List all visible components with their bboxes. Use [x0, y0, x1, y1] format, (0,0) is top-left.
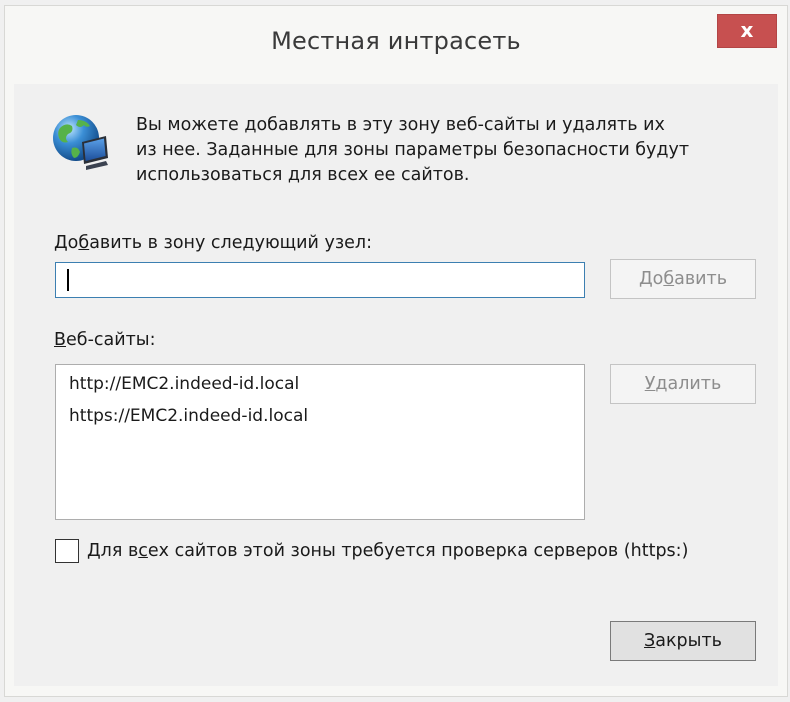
button-part: До — [638, 269, 664, 289]
dialog-title: Местная интрасеть — [271, 27, 521, 55]
intro-line: Вы можете добавлять в эту зону веб-сайты… — [136, 115, 665, 135]
label-part: ех сайтов этой зоны требуется проверка с… — [147, 541, 689, 561]
intro-text: Вы можете добавлять в эту зону веб-сайты… — [136, 113, 776, 188]
label-part: Для в — [87, 541, 139, 561]
globe-computer-icon — [53, 115, 108, 170]
label-part: еб-сайты: — [66, 330, 156, 350]
label-part: До — [54, 233, 79, 253]
remove-button[interactable]: Удалить — [610, 364, 756, 404]
intro-line: использоваться для всех ее сайтов. — [136, 165, 470, 185]
websites-list[interactable]: http://EMC2.indeed-id.local https://EMC2… — [55, 364, 585, 520]
close-dialog-button[interactable]: Закрыть — [610, 621, 756, 661]
dialog-window: Местная интрасеть x Вы можете добавлять … — [0, 0, 790, 702]
accelerator-key: З — [644, 631, 656, 651]
websites-label: Веб-сайты: — [54, 330, 156, 350]
button-part: далить — [655, 374, 722, 394]
button-part: акрыть — [655, 631, 722, 651]
button-part: авить — [674, 269, 728, 289]
close-window-button[interactable]: x — [717, 14, 777, 48]
accelerator-key: У — [644, 374, 656, 394]
add-button[interactable]: Добавить — [610, 259, 756, 299]
intro-line: из нее. Заданные для зоны параметры безо… — [136, 140, 690, 160]
accelerator-key: б — [78, 233, 90, 253]
label-part: авить в зону следующий узел: — [89, 233, 372, 253]
accelerator-key: В — [54, 330, 67, 350]
https-verification-option[interactable]: Для всех сайтов этой зоны требуется пров… — [55, 539, 775, 565]
add-host-label: Добавить в зону следующий узел: — [54, 233, 372, 253]
text-caret — [67, 269, 69, 291]
window-bottom-border — [5, 686, 787, 696]
dialog-content: Вы можете добавлять в эту зону веб-сайты… — [24, 84, 774, 684]
host-input[interactable] — [55, 262, 585, 298]
list-item[interactable]: http://EMC2.indeed-id.local — [69, 368, 584, 400]
accelerator-key: с — [138, 541, 148, 561]
title-bar[interactable]: Местная интрасеть — [5, 6, 787, 84]
accelerator-key: б — [663, 269, 675, 289]
list-item[interactable]: https://EMC2.indeed-id.local — [69, 400, 584, 432]
https-verification-label[interactable]: Для всех сайтов этой зоны требуется пров… — [87, 539, 688, 563]
https-verification-checkbox[interactable] — [55, 539, 79, 563]
